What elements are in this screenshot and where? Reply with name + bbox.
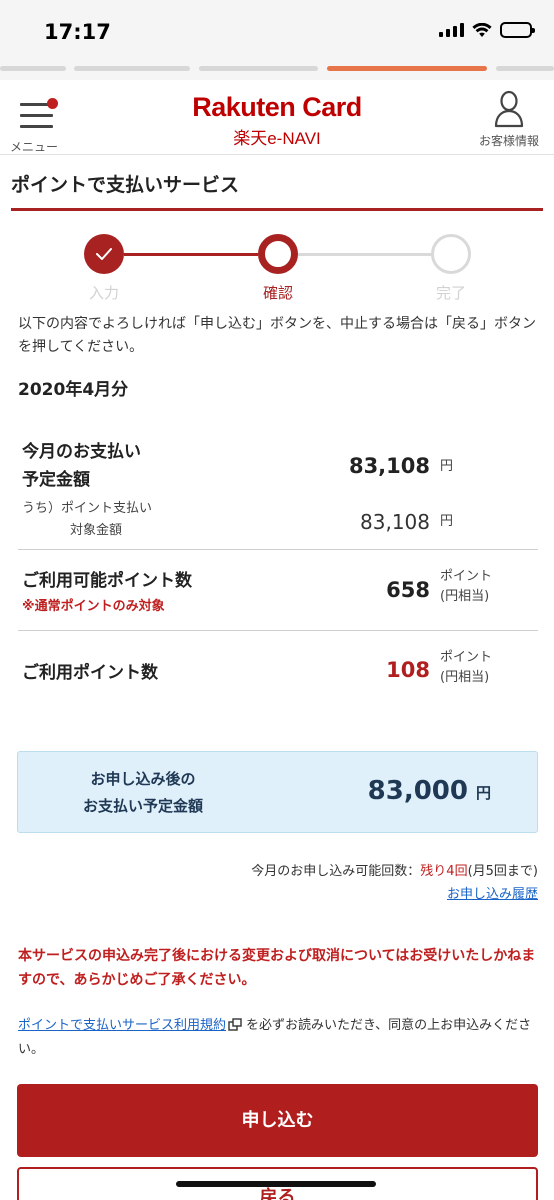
result-amount: 83,000 bbox=[367, 776, 468, 806]
tab-indicator-active bbox=[327, 66, 487, 71]
tab-strip bbox=[0, 62, 554, 80]
remaining-applications: 今月のお申し込み可能回数：残り4回(月5回まで) bbox=[251, 864, 538, 879]
wifi-icon bbox=[472, 22, 492, 37]
step-2-label: 確認 bbox=[262, 284, 293, 302]
target-label: うち）ポイント支払い 対象金額 bbox=[22, 501, 153, 538]
billing-month: 2020年4月分 bbox=[18, 380, 129, 400]
title-divider bbox=[11, 208, 543, 211]
progress-stepper: 入力 確認 完了 bbox=[0, 230, 554, 305]
result-summary-box: お申し込み後の お支払い予定金額 83,000 円 bbox=[17, 751, 538, 833]
check-icon bbox=[96, 248, 112, 260]
target-unit: 円 bbox=[440, 514, 454, 529]
available-points-note: ※通常ポイントのみ対象 bbox=[22, 599, 165, 614]
intro-text: 以下の内容でよろしければ「申し込む」ボタンを、中止する場合は「戻る」ボタンを押し… bbox=[18, 316, 536, 355]
home-indicator[interactable] bbox=[176, 1181, 376, 1187]
tab-indicator bbox=[74, 66, 190, 71]
account-label: お客様情報 bbox=[478, 134, 539, 148]
use-points-unit: ポイント (円相当) bbox=[440, 650, 493, 685]
page-title: ポイントで支払いサービス bbox=[11, 174, 240, 196]
row-divider bbox=[18, 549, 538, 550]
cancellation-warning: 本サービスの申込み完了後における変更および取消についてはお受けいたしかねますので… bbox=[18, 948, 536, 988]
use-points-value: 108 bbox=[386, 658, 430, 682]
status-bar: 17:17 bbox=[0, 0, 554, 62]
remaining-count: 残り4回 bbox=[420, 864, 468, 879]
payment-amount: 83,108 bbox=[348, 454, 430, 478]
terms-notice: ポイントで支払いサービス利用規約 を必ずお読みいただき、同意の上お申込みください。 bbox=[18, 1018, 532, 1057]
tab-indicator bbox=[496, 66, 554, 71]
available-points-value: 658 bbox=[386, 578, 430, 602]
step-1-label: 入力 bbox=[88, 284, 119, 302]
step-3-label: 完了 bbox=[435, 284, 466, 302]
cellular-signal-icon bbox=[439, 23, 464, 37]
tab-indicator bbox=[0, 66, 66, 71]
step-connector bbox=[124, 253, 258, 256]
apply-button[interactable]: 申し込む bbox=[17, 1084, 538, 1157]
available-points-label: ご利用可能ポイント数 bbox=[22, 571, 192, 591]
battery-icon bbox=[500, 22, 535, 38]
target-amount: 83,108 bbox=[360, 510, 430, 534]
payment-label: 今月のお支払い 予定金額 bbox=[22, 442, 141, 490]
step-2-circle bbox=[258, 234, 298, 274]
payment-unit: 円 bbox=[440, 459, 454, 474]
tab-indicator bbox=[199, 66, 318, 71]
person-icon bbox=[494, 90, 524, 128]
step-1-circle bbox=[84, 234, 124, 274]
status-icons bbox=[439, 22, 535, 38]
app-header: メニュー Rakuten Card 楽天e-NAVI お客様情報 bbox=[0, 80, 554, 155]
row-divider bbox=[18, 630, 538, 631]
external-link-icon bbox=[228, 1018, 242, 1031]
account-button[interactable]: お客様情報 bbox=[470, 90, 548, 150]
result-unit: 円 bbox=[476, 784, 492, 802]
available-points-unit: ポイント (円相当) bbox=[440, 569, 493, 604]
application-history-link[interactable]: お申し込み履歴 bbox=[447, 883, 538, 902]
result-label: お申し込み後の お支払い予定金額 bbox=[82, 770, 203, 815]
step-connector bbox=[298, 253, 432, 256]
use-points-label: ご利用ポイント数 bbox=[22, 663, 158, 683]
step-3-circle bbox=[431, 234, 471, 274]
terms-link[interactable]: ポイントで支払いサービス利用規約 bbox=[18, 1018, 226, 1033]
status-time: 17:17 bbox=[44, 20, 111, 44]
